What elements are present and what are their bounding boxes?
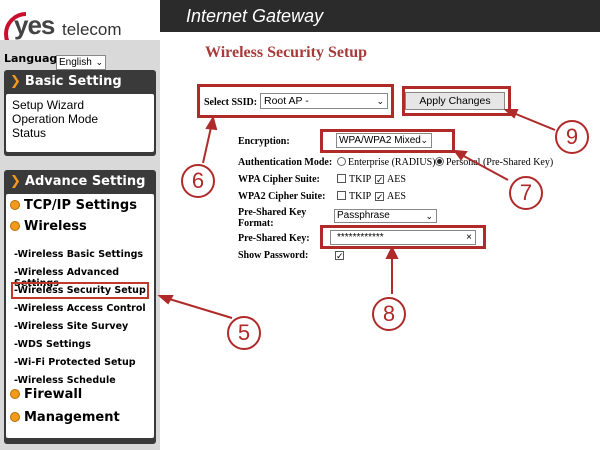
wpa-aes-label: AES: [387, 174, 406, 185]
annotation-box-6: [197, 84, 394, 118]
wpa-tkip-option[interactable]: TKIP: [337, 174, 371, 185]
show-password-label: Show Password:: [238, 250, 309, 261]
checkbox-wpa2-aes[interactable]: ✓: [375, 192, 384, 202]
psk-format-label-2: Format:: [238, 218, 274, 229]
sidebar-item-firewall[interactable]: Firewall: [10, 387, 82, 402]
wpa-aes-option[interactable]: ✓ AES: [375, 174, 406, 185]
encryption-label: Encryption:: [238, 136, 290, 147]
wpa2-tkip-option[interactable]: TKIP: [337, 191, 371, 202]
checkbox-wpa-aes[interactable]: ✓: [375, 175, 384, 185]
sidebar-item-wireless-site-survey[interactable]: -Wireless Site Survey: [14, 321, 128, 332]
checkbox-wpa-tkip[interactable]: [337, 174, 346, 183]
sidebar-item-management[interactable]: Management: [10, 410, 120, 425]
bullet-icon: [10, 221, 20, 231]
arrow-icon: ❯: [10, 74, 21, 89]
psk-format-label-1: Pre-Shared Key: [238, 207, 307, 218]
sidebar-item-status[interactable]: Status: [12, 126, 148, 140]
arrow-icon: ❯: [10, 174, 21, 189]
checkbox-wpa2-tkip[interactable]: [337, 191, 346, 200]
auth-personal-option[interactable]: Personal (Pre-Shared Key): [435, 157, 553, 168]
annotation-box-7: [320, 129, 455, 153]
wpa2-aes-option[interactable]: ✓ AES: [375, 191, 406, 202]
management-label: Management: [24, 410, 120, 425]
sidebar-item-wps[interactable]: -Wi-Fi Protected Setup: [14, 357, 136, 368]
psk-format-select[interactable]: Passphrase ⌄: [334, 209, 437, 223]
advance-setting-title: Advance Setting: [24, 174, 146, 189]
sidebar-item-wds-settings[interactable]: -WDS Settings: [14, 339, 91, 350]
advance-setting-header[interactable]: ❯ Advance Setting: [4, 170, 156, 194]
wpa2-cipher-label: WPA2 Cipher Suite:: [238, 191, 326, 202]
advance-setting-section: ❯ Advance Setting TCP/IP Settings Wireles…: [4, 170, 156, 444]
sidebar-item-wireless-schedule[interactable]: -Wireless Schedule: [14, 375, 116, 386]
annotation-box-9: [402, 86, 511, 116]
basic-setting-header[interactable]: ❯ Basic Setting: [4, 70, 156, 94]
auth-enterprise-label: Enterprise (RADIUS): [348, 157, 436, 168]
chevron-down-icon: ⌄: [95, 57, 103, 67]
sidebar: Language : English ⌄ ❯ Basic Setting Setu…: [0, 40, 160, 450]
wpa2-aes-label: AES: [387, 191, 406, 202]
bullet-icon: [10, 412, 20, 422]
sidebar-item-wireless-security[interactable]: -Wireless Security Setup: [11, 282, 149, 299]
gateway-title: Internet Gateway: [186, 6, 324, 26]
psk-label: Pre-Shared Key:: [238, 233, 310, 244]
logo: yes telecom: [0, 0, 160, 56]
sidebar-item-operation-mode[interactable]: Operation Mode: [12, 112, 148, 126]
checkbox-show-password[interactable]: ✓: [335, 251, 344, 261]
annotation-number-7: 7: [509, 176, 543, 210]
annotation-number-8: 8: [372, 297, 406, 331]
auth-enterprise-option[interactable]: Enterprise (RADIUS): [337, 157, 435, 168]
radio-enterprise[interactable]: [337, 157, 346, 166]
chevron-down-icon: ⌄: [425, 211, 433, 221]
logo-telecom: telecom: [62, 20, 122, 39]
wpa-cipher-label: WPA Cipher Suite:: [238, 174, 320, 185]
sidebar-item-wireless[interactable]: Wireless: [10, 219, 87, 234]
bullet-icon: [10, 200, 20, 210]
basic-setting-title: Basic Setting: [24, 74, 122, 89]
sidebar-item-wireless-basic[interactable]: -Wireless Basic Settings: [14, 249, 143, 260]
annotation-number-9: 9: [555, 120, 589, 154]
annotation-box-8: [320, 225, 486, 249]
stage: Internet Gateway yes telecom Language : …: [0, 0, 600, 450]
firewall-label: Firewall: [24, 387, 83, 402]
bullet-icon: [10, 389, 20, 399]
logo-yes: yes: [14, 10, 55, 40]
wireless-label: Wireless: [24, 219, 87, 234]
psk-format-value: Passphrase: [337, 210, 390, 221]
annotation-number-5: 5: [227, 316, 261, 350]
basic-setting-section: ❯ Basic Setting Setup Wizard Operation Mo…: [4, 70, 156, 156]
sidebar-item-tcpip[interactable]: TCP/IP Settings: [10, 198, 137, 213]
page-title: Wireless Security Setup: [205, 44, 368, 61]
language-select[interactable]: English ⌄: [56, 55, 106, 70]
sidebar-item-setup-wizard[interactable]: Setup Wizard: [12, 98, 148, 112]
sidebar-item-wireless-access-control[interactable]: -Wireless Access Control: [14, 303, 146, 314]
wpa2-tkip-label: TKIP: [349, 191, 372, 202]
auth-mode-label: Authentication Mode:: [238, 157, 333, 168]
annotation-number-6: 6: [181, 164, 215, 198]
wpa-tkip-label: TKIP: [349, 174, 372, 185]
language-value: English: [59, 57, 92, 68]
auth-personal-label: Personal (Pre-Shared Key): [446, 157, 554, 168]
tcpip-label: TCP/IP Settings: [24, 198, 137, 213]
radio-personal[interactable]: [435, 157, 444, 166]
